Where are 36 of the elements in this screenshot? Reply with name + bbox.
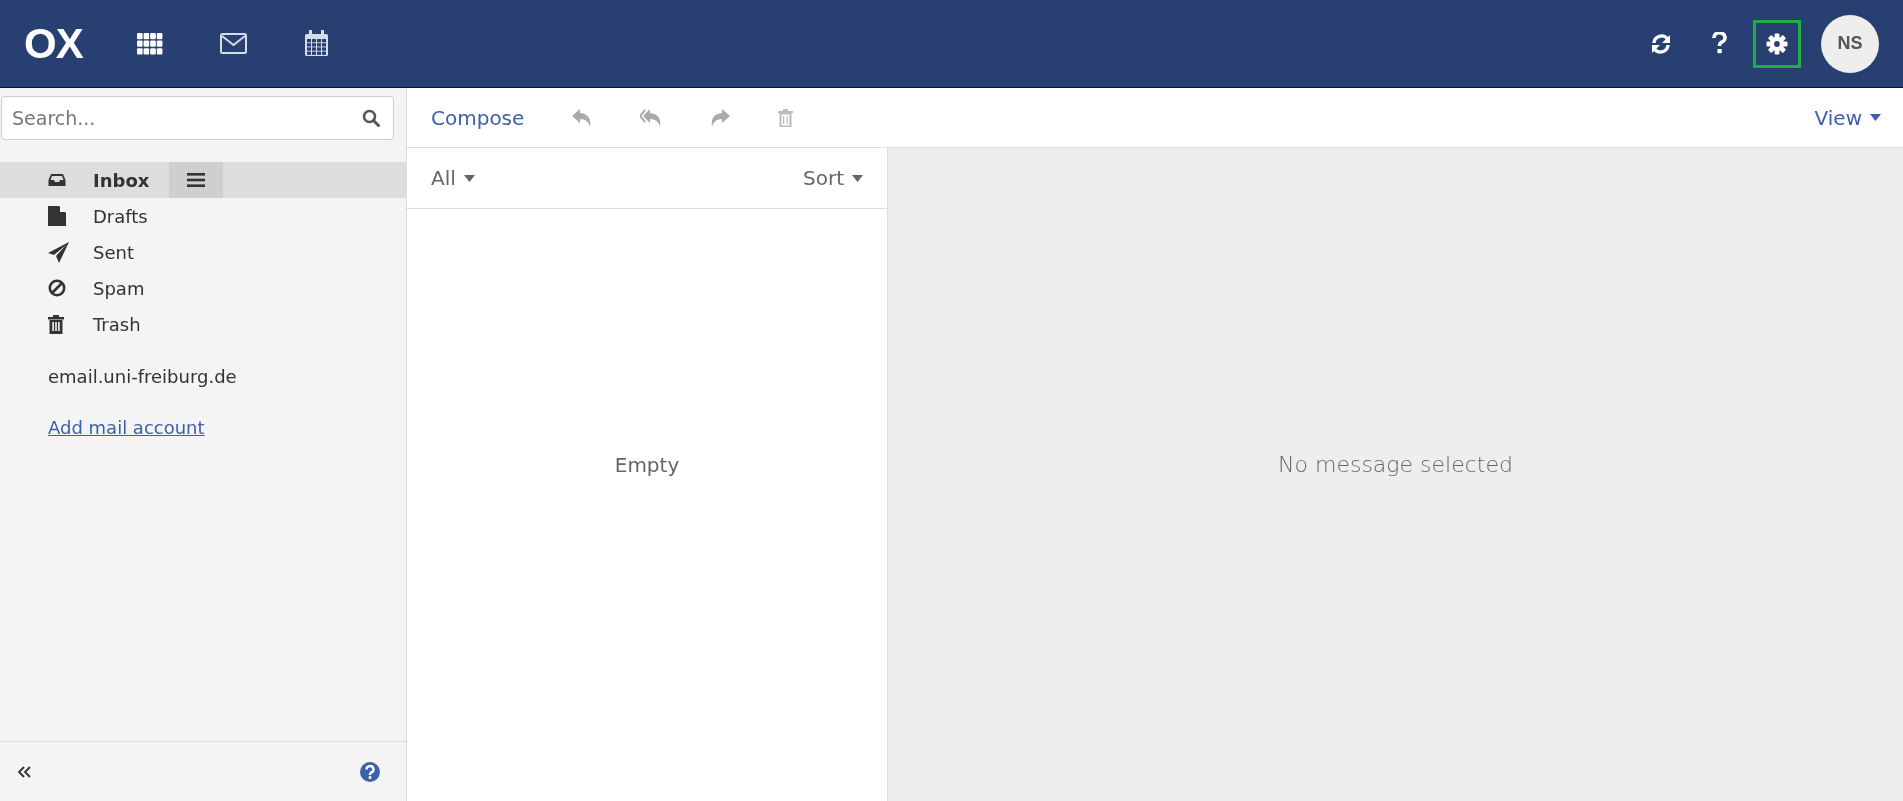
trash-icon [48,314,64,334]
filter-dropdown[interactable]: All [431,166,475,190]
folder-item[interactable]: Sent [0,234,406,270]
calendar-icon[interactable] [303,30,329,57]
search-field[interactable]: Search... [1,96,394,140]
user-avatar[interactable]: NS [1821,14,1879,73]
no-selection-message: No message selected [1278,452,1513,477]
folder-item[interactable]: Inbox [0,162,406,198]
empty-message: Empty [614,453,680,477]
sort-dropdown[interactable]: Sort [803,166,863,190]
paper-plane-icon [48,241,69,263]
mail-icon[interactable] [219,33,247,54]
folder-menu-button[interactable] [169,162,223,198]
add-account-link[interactable]: Add mail account [48,417,205,438]
menu-icon [187,173,205,187]
logo[interactable]: OX [24,22,83,65]
compose-button[interactable]: Compose [431,105,525,130]
help-icon[interactable] [360,761,380,782]
prohibited-icon [48,279,66,297]
caret-icon [463,174,475,182]
folder-item[interactable]: Drafts [0,198,406,234]
folder-item[interactable]: Trash [0,306,406,342]
app-grid-icon[interactable] [136,32,163,55]
inbox-icon [48,173,66,187]
refresh-icon [1650,32,1672,55]
settings-button[interactable] [1753,19,1801,68]
search-icon [362,109,380,127]
collapse-icon[interactable] [18,765,31,778]
settings-icon [1766,32,1788,55]
account-name[interactable]: email.uni-freiburg.de [48,366,406,387]
caret-icon [852,174,863,182]
document-icon [48,206,66,226]
help-icon [1711,32,1727,55]
view-dropdown[interactable]: View [1814,105,1881,130]
caret-icon [1870,114,1881,121]
folder-item[interactable]: Spam [0,270,406,306]
